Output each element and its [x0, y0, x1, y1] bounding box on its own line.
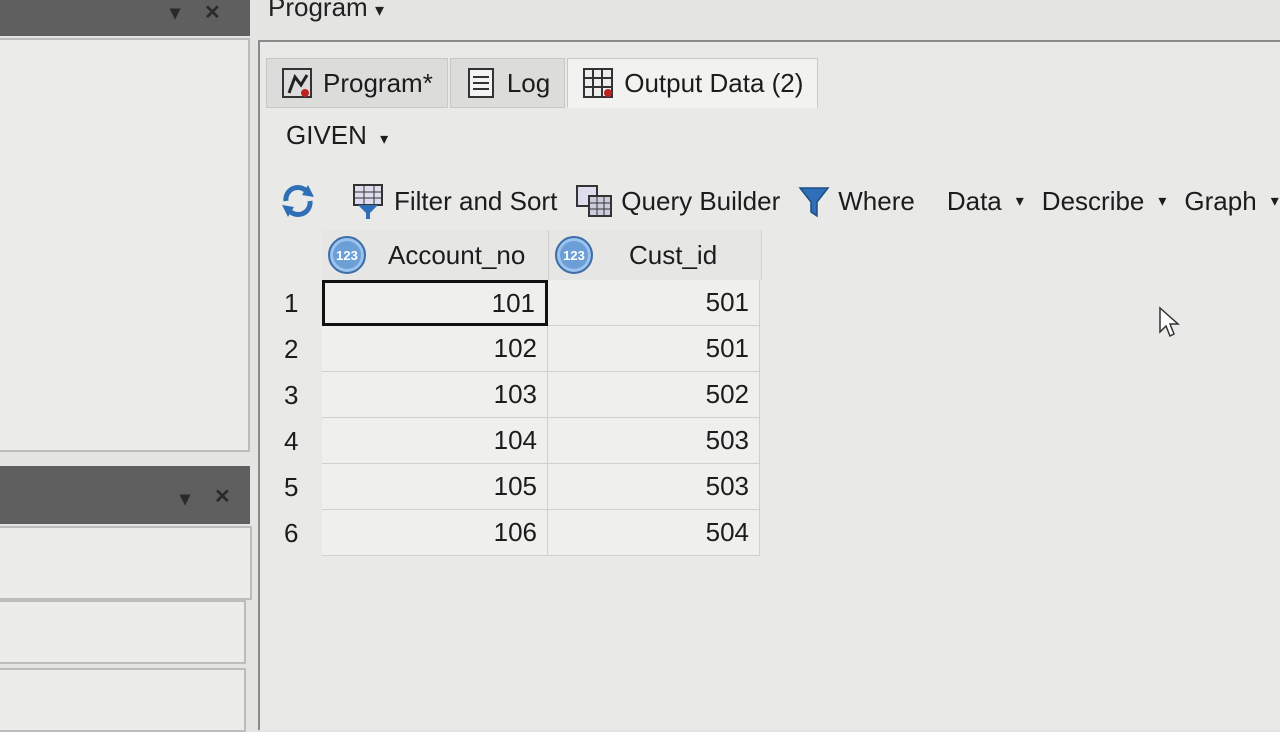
cell-account-no[interactable]: 102: [322, 326, 548, 372]
numeric-type-icon: 123: [328, 236, 366, 274]
close-icon[interactable]: ✕: [214, 484, 231, 509]
row-number-header: [276, 230, 322, 280]
data-grid: 123 Account_no 123 Cust_id 1 101 501 2 1…: [276, 230, 762, 556]
row-number[interactable]: 6: [276, 510, 322, 556]
query-builder-icon: [576, 185, 613, 217]
numeric-type-icon: 123: [555, 236, 593, 274]
cell-cust-id[interactable]: 501: [548, 326, 760, 372]
bottom-left-pane-lowest: [0, 668, 246, 732]
query-builder-label: Query Builder: [621, 185, 781, 216]
cell-cust-id[interactable]: 503: [548, 418, 760, 464]
cell-account-no[interactable]: 103: [322, 372, 548, 418]
program-run-icon: [281, 67, 313, 99]
chevron-down-icon[interactable]: ▾: [170, 0, 180, 25]
main-workspace: Program* Log Output Data (2) GIVEN ▾ Fil…: [258, 40, 1280, 730]
cell-cust-id[interactable]: 501: [548, 280, 760, 326]
cell-account-no[interactable]: 101: [322, 280, 548, 326]
tab-log-label: Log: [506, 67, 551, 98]
column-header-cust-id[interactable]: 123 Cust_id: [549, 230, 762, 280]
mouse-pointer-icon: [1159, 306, 1180, 338]
chevron-down-icon: ▾: [380, 131, 389, 148]
chevron-down-icon: ▾: [1270, 193, 1279, 210]
data-menu-label: Data: [946, 185, 1002, 216]
dataset-name: GIVEN: [286, 120, 367, 150]
row-number[interactable]: 2: [276, 326, 322, 372]
refresh-button[interactable]: [278, 183, 318, 219]
filter-and-sort-button[interactable]: Filter and Sort: [350, 183, 557, 219]
where-label: Where: [838, 185, 915, 216]
bottom-left-pane: [0, 526, 252, 600]
close-icon[interactable]: ✕: [204, 0, 221, 25]
program-title-label: Program: [268, 0, 368, 22]
table-row: 6 106 504: [276, 510, 762, 556]
table-row: 3 103 502: [276, 372, 762, 418]
cell-account-no[interactable]: 105: [322, 464, 548, 510]
tab-output-data-label: Output Data (2): [624, 67, 804, 98]
chevron-down-icon: ▾: [1158, 193, 1167, 210]
data-toolbar: Filter and Sort Query Builder Where Data…: [278, 176, 1280, 226]
bottom-left-pane-lower: [0, 600, 246, 664]
cell-cust-id[interactable]: 503: [548, 464, 760, 510]
column-header-account-no[interactable]: 123 Account_no: [322, 230, 549, 280]
graph-menu-button[interactable]: Graph ▾: [1184, 186, 1278, 217]
cell-account-no[interactable]: 104: [322, 418, 548, 464]
table-row: 2 102 501: [276, 326, 762, 372]
row-number[interactable]: 4: [276, 418, 322, 464]
describe-menu-label: Describe: [1041, 185, 1145, 216]
chevron-down-icon: ▾: [1015, 193, 1024, 210]
cell-cust-id[interactable]: 502: [548, 372, 760, 418]
chevron-down-icon: ▾: [374, 0, 384, 20]
bottom-left-pane-header: [0, 466, 250, 524]
filter-sort-icon: [353, 184, 383, 219]
program-panel-title[interactable]: Program ▾: [268, 0, 384, 23]
refresh-icon: [282, 185, 314, 217]
table-row: 5 105 503: [276, 464, 762, 510]
funnel-icon: [798, 187, 830, 218]
row-number[interactable]: 3: [276, 372, 322, 418]
grid-header-row: 123 Account_no 123 Cust_id: [276, 230, 762, 280]
column-header-label: Account_no: [388, 239, 526, 270]
row-number[interactable]: 5: [276, 464, 322, 510]
where-button[interactable]: Where: [798, 184, 915, 218]
cell-account-no[interactable]: 106: [322, 510, 548, 556]
tab-program[interactable]: Program*: [266, 58, 448, 108]
log-document-icon: [465, 67, 497, 99]
query-builder-button[interactable]: Query Builder: [575, 184, 780, 218]
tab-log[interactable]: Log: [449, 58, 566, 108]
filter-and-sort-label: Filter and Sort: [394, 185, 558, 216]
graph-menu-label: Graph: [1184, 185, 1257, 216]
top-left-pane: [0, 38, 250, 452]
tab-output-data[interactable]: Output Data (2): [567, 58, 819, 108]
describe-menu-button[interactable]: Describe ▾: [1042, 186, 1167, 217]
dataset-selector[interactable]: GIVEN ▾: [286, 120, 388, 151]
chevron-down-icon[interactable]: ▾: [180, 486, 190, 511]
data-menu-button[interactable]: Data ▾: [947, 186, 1024, 217]
row-number[interactable]: 1: [276, 280, 322, 326]
tab-strip: Program* Log Output Data (2): [266, 58, 820, 108]
table-row: 4 104 503: [276, 418, 762, 464]
table-row: 1 101 501: [276, 280, 762, 326]
cell-cust-id[interactable]: 504: [548, 510, 760, 556]
output-table-icon: [582, 67, 614, 99]
column-header-label: Cust_id: [629, 239, 718, 270]
tab-program-label: Program*: [323, 67, 433, 98]
